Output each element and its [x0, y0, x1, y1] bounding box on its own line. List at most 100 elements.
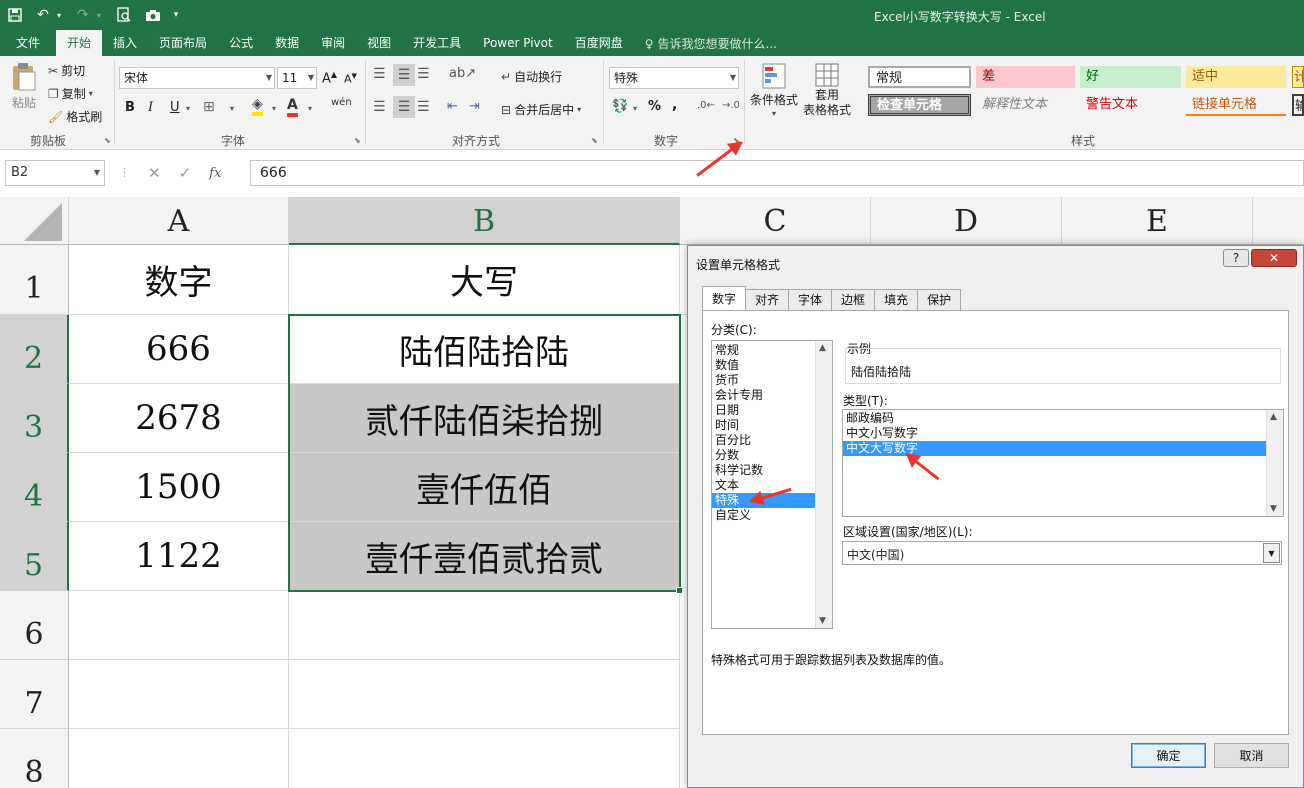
- font-color-button[interactable]: A: [287, 97, 298, 117]
- fill-color-icon[interactable]: ◈: [252, 96, 263, 116]
- column-header-d[interactable]: D: [871, 197, 1062, 245]
- font-color-dropdown-icon[interactable]: ▾: [308, 104, 312, 113]
- locale-select[interactable]: 中文(中国) ▼: [842, 541, 1282, 565]
- name-box[interactable]: B2 ▼: [5, 160, 105, 186]
- merge-center-button[interactable]: ⊟ 合并后居中 ▾: [501, 101, 581, 118]
- format-painter-button[interactable]: 🖌 格式刷: [48, 108, 102, 125]
- undo-dropdown-icon[interactable]: ▾: [54, 4, 64, 26]
- cell-a1[interactable]: 数字: [69, 245, 289, 315]
- row-header-8[interactable]: 8: [0, 729, 69, 788]
- decrease-indent-icon[interactable]: ⇤: [447, 99, 458, 114]
- accounting-dropdown-icon[interactable]: ▾: [633, 104, 637, 113]
- alignment-launcher-icon[interactable]: ⬊: [591, 136, 598, 145]
- align-left-icon[interactable]: ☰: [373, 99, 386, 115]
- ok-button[interactable]: 确定: [1131, 743, 1206, 768]
- tab-number[interactable]: 数字: [702, 286, 747, 310]
- clipboard-launcher-icon[interactable]: ⬊: [104, 136, 111, 145]
- row-header-3[interactable]: 3: [0, 384, 69, 453]
- underline-button[interactable]: U: [170, 100, 180, 115]
- tab-power-pivot[interactable]: Power Pivot: [472, 32, 564, 56]
- row-header-6[interactable]: 6: [0, 591, 69, 660]
- tab-font[interactable]: 字体: [788, 289, 833, 310]
- number-format-select[interactable]: 特殊 ▼: [609, 67, 739, 89]
- italic-button[interactable]: I: [148, 100, 153, 115]
- cell-a5[interactable]: 1122: [69, 522, 289, 591]
- row-header-2[interactable]: 2: [0, 315, 69, 384]
- percent-button[interactable]: %: [648, 99, 661, 114]
- row-header-7[interactable]: 7: [0, 660, 69, 729]
- align-top-icon[interactable]: ☰: [373, 66, 386, 82]
- style-check-cell[interactable]: 检查单元格: [868, 94, 971, 116]
- tell-me-box[interactable]: ♀ 告诉我您想要做什么...: [634, 32, 788, 56]
- help-button[interactable]: ?: [1223, 249, 1249, 267]
- category-item[interactable]: 常规: [712, 343, 832, 358]
- cell-b8[interactable]: [289, 729, 680, 788]
- cut-button[interactable]: ✂ 剪切: [48, 62, 85, 79]
- redo-icon[interactable]: ↷: [72, 4, 94, 26]
- cell-a2[interactable]: 666: [69, 315, 289, 384]
- merge-dropdown-icon[interactable]: ▾: [577, 105, 581, 114]
- style-more-partial[interactable]: 计: [1292, 66, 1304, 88]
- tab-data[interactable]: 数据: [264, 32, 310, 56]
- comma-button[interactable]: ,: [672, 97, 677, 113]
- tab-page-layout[interactable]: 页面布局: [148, 32, 218, 56]
- underline-dropdown-icon[interactable]: ▾: [186, 104, 190, 113]
- cell-b3[interactable]: 贰仟陆佰柒拾捌: [289, 384, 680, 453]
- chevron-down-icon[interactable]: ▼: [1263, 543, 1280, 563]
- scroll-down-icon[interactable]: ▼: [1270, 504, 1277, 514]
- paste-button[interactable]: 粘贴: [10, 62, 38, 111]
- category-item[interactable]: 货币: [712, 373, 832, 388]
- borders-icon[interactable]: ⊞: [203, 99, 215, 115]
- style-good[interactable]: 好: [1080, 66, 1181, 88]
- tab-formulas[interactable]: 公式: [218, 32, 264, 56]
- column-header-a[interactable]: A: [69, 197, 289, 245]
- tab-home[interactable]: 开始: [56, 30, 103, 56]
- cell-a6[interactable]: [69, 591, 289, 660]
- tab-baidu-netdisk[interactable]: 百度网盘: [564, 32, 634, 56]
- style-explanatory[interactable]: 解释性文本: [976, 94, 1075, 116]
- style-normal[interactable]: 常规: [868, 66, 971, 88]
- category-item[interactable]: 日期: [712, 403, 832, 418]
- orientation-icon[interactable]: ab↗: [449, 66, 476, 81]
- phonetic-button[interactable]: wén: [331, 97, 352, 108]
- increase-indent-icon[interactable]: ⇥: [469, 99, 480, 114]
- category-item[interactable]: 数值: [712, 358, 832, 373]
- scroll-up-icon[interactable]: ▲: [1270, 412, 1277, 422]
- font-launcher-icon[interactable]: ⬊: [354, 136, 361, 145]
- category-item[interactable]: 分数: [712, 448, 832, 463]
- cell-b7[interactable]: [289, 660, 680, 729]
- align-right-icon[interactable]: ☰: [417, 99, 430, 115]
- tab-developer[interactable]: 开发工具: [402, 32, 472, 56]
- category-item[interactable]: 会计专用: [712, 388, 832, 403]
- tab-insert[interactable]: 插入: [102, 32, 148, 56]
- copy-dropdown-icon[interactable]: ▾: [89, 89, 93, 98]
- cell-a4[interactable]: 1500: [69, 453, 289, 522]
- column-header-c[interactable]: C: [680, 197, 871, 245]
- close-icon[interactable]: ✕: [1251, 249, 1297, 267]
- font-name-select[interactable]: 宋体 ▼: [119, 67, 275, 89]
- enter-icon[interactable]: ✓: [179, 164, 192, 182]
- category-item[interactable]: 文本: [712, 478, 832, 493]
- select-all-corner[interactable]: [0, 197, 69, 245]
- print-preview-icon[interactable]: [114, 4, 134, 26]
- camera-icon[interactable]: [142, 4, 164, 26]
- scroll-down-icon[interactable]: ▼: [819, 616, 826, 626]
- save-icon[interactable]: [6, 4, 24, 26]
- style-linked-cell[interactable]: 链接单元格: [1186, 94, 1286, 116]
- cell-a7[interactable]: [69, 660, 289, 729]
- style-warning[interactable]: 警告文本: [1080, 94, 1181, 116]
- type-item[interactable]: 邮政编码: [843, 411, 1283, 426]
- category-scrollbar[interactable]: ▲ ▼: [815, 341, 832, 628]
- category-list[interactable]: 常规 数值 货币 会计专用 日期 时间 百分比 分数 科学记数 文本 特殊 自定…: [711, 340, 833, 629]
- cell-b2[interactable]: 陆佰陆拾陆: [289, 315, 680, 384]
- cell-a3[interactable]: 2678: [69, 384, 289, 453]
- category-item[interactable]: 自定义: [712, 508, 832, 523]
- conditional-format-button[interactable]: 条件格式 ▾: [750, 62, 798, 118]
- cell-a8[interactable]: [69, 729, 289, 788]
- tab-view[interactable]: 视图: [356, 32, 402, 56]
- customize-toolbar-icon[interactable]: ▾: [170, 4, 182, 26]
- align-bottom-icon[interactable]: ☰: [417, 66, 430, 82]
- cell-b1[interactable]: 大写: [289, 245, 680, 315]
- shrink-font-button[interactable]: A▼: [344, 72, 357, 86]
- row-header-5[interactable]: 5: [0, 522, 69, 591]
